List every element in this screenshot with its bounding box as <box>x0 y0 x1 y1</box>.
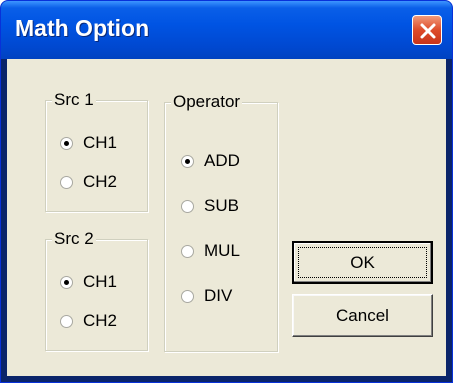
radio-button-icon <box>60 136 73 150</box>
radio-label: MUL <box>204 241 240 260</box>
close-button[interactable] <box>412 15 442 45</box>
src1-group-label: Src 1 <box>52 90 96 110</box>
ok-button[interactable]: OK <box>292 241 433 284</box>
title-bar[interactable]: Math Option <box>1 1 452 59</box>
src2-option-ch2[interactable]: CH2 <box>60 309 117 333</box>
math-option-dialog: Math Option Src 1 CH1 CH2 Src 2 CH1 CH2 … <box>0 0 453 383</box>
radio-label: CH1 <box>83 133 118 152</box>
operator-option-add[interactable]: ADD <box>181 149 240 173</box>
focus-rectangle <box>298 247 427 278</box>
radio-label: CH2 <box>83 172 118 191</box>
operator-option-sub[interactable]: SUB <box>181 194 239 218</box>
radio-label: DIV <box>204 286 233 305</box>
radio-label: ADD <box>204 151 240 170</box>
radio-label: SUB <box>204 196 239 215</box>
operator-group-label: Operator <box>171 92 243 112</box>
radio-button-icon <box>181 154 194 168</box>
src2-option-ch1[interactable]: CH1 <box>60 270 117 294</box>
radio-button-icon <box>181 199 194 213</box>
cancel-button[interactable]: Cancel <box>292 294 433 337</box>
radio-button-icon <box>60 175 73 189</box>
radio-label: CH1 <box>83 272 118 291</box>
dialog-client-area: Src 1 CH1 CH2 Src 2 CH1 CH2 Operator ADD… <box>7 59 446 376</box>
operator-group: Operator ADD SUB MUL DIV <box>164 92 278 352</box>
window-title: Math Option <box>15 15 150 41</box>
src1-group: Src 1 CH1 CH2 <box>45 90 148 212</box>
radio-button-icon <box>60 275 73 289</box>
src1-option-ch1[interactable]: CH1 <box>60 131 117 155</box>
src2-group: Src 2 CH1 CH2 <box>45 229 148 351</box>
cancel-button-label: Cancel <box>336 305 389 325</box>
radio-button-icon <box>181 289 194 303</box>
radio-button-icon <box>181 244 194 258</box>
src1-option-ch2[interactable]: CH2 <box>60 170 117 194</box>
operator-option-div[interactable]: DIV <box>181 284 232 308</box>
close-icon <box>420 23 436 39</box>
operator-option-mul[interactable]: MUL <box>181 239 240 263</box>
src2-group-label: Src 2 <box>52 229 96 249</box>
radio-label: CH2 <box>83 311 118 330</box>
radio-button-icon <box>60 314 73 328</box>
